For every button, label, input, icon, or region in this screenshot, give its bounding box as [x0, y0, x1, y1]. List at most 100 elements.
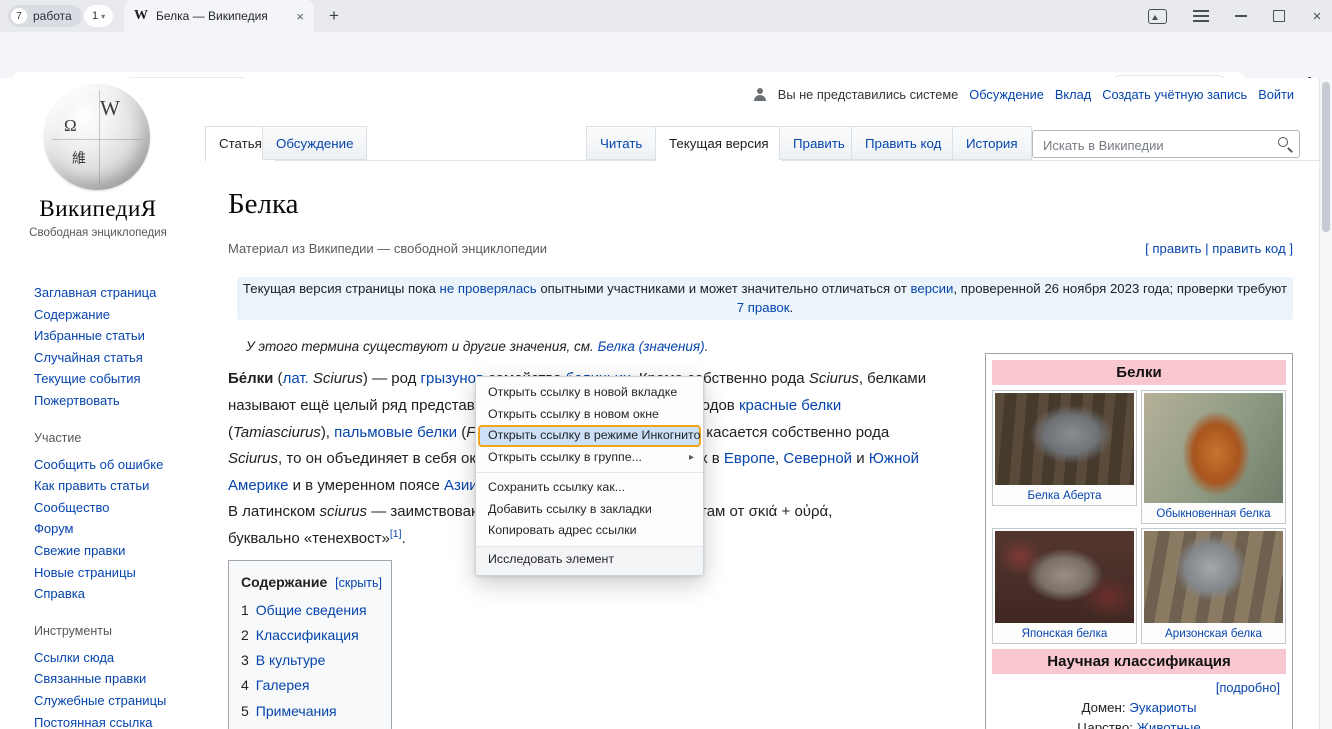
- sidebar-link[interactable]: Новые страницы: [34, 562, 206, 584]
- tab-group-badge-count: 1: [92, 10, 98, 22]
- taxonomy-row: Царство: Животные: [990, 720, 1288, 729]
- squirrel-image-japanese[interactable]: [995, 531, 1134, 623]
- menu-separator: [476, 472, 703, 473]
- sidebar-link[interactable]: Свежие правки: [34, 540, 206, 562]
- new-tab-button[interactable]: +: [322, 4, 346, 28]
- sidebar-link[interactable]: Текущие события: [34, 368, 206, 390]
- maximize-icon: [1273, 10, 1285, 22]
- browser-menu-button[interactable]: [1190, 5, 1212, 27]
- menu-item-add-link-bookmarks[interactable]: Добавить ссылку в закладки: [476, 499, 703, 521]
- taxobox-image-cell[interactable]: Аризонская белка: [1141, 528, 1286, 644]
- tab-history[interactable]: История: [952, 126, 1032, 160]
- wiki-search: [1032, 130, 1300, 158]
- notice-line: 7 правок.: [237, 299, 1293, 318]
- sidebar-link[interactable]: Ссылки сюда: [34, 647, 206, 669]
- context-menu: Открыть ссылку в новой вкладке Открыть с…: [475, 376, 704, 576]
- classification-title: Научная классификация: [992, 649, 1286, 674]
- menu-item-open-link-new-window[interactable]: Открыть ссылку в новом окне: [476, 404, 703, 426]
- tab-panel-button[interactable]: [1146, 5, 1168, 27]
- tab-title: Белка — Википедия: [156, 9, 288, 23]
- personal-link[interactable]: Обсуждение: [969, 87, 1044, 102]
- tab-read[interactable]: Читать: [586, 126, 656, 160]
- image-caption-link[interactable]: Японская белка: [995, 623, 1134, 641]
- toc-item[interactable]: 2Классификация: [241, 627, 381, 645]
- tab-current-version[interactable]: Текущая версия: [655, 126, 783, 162]
- squirrel-image-abert[interactable]: [995, 393, 1134, 485]
- personal-link[interactable]: Создать учётную запись: [1102, 87, 1247, 102]
- tab-group-badge[interactable]: 1 ▾: [84, 5, 113, 27]
- sidebar-link[interactable]: Форум: [34, 518, 206, 540]
- image-caption-link[interactable]: Белка Аберта: [995, 485, 1134, 503]
- menu-item-open-link-incognito[interactable]: Открыть ссылку в режиме Инкогнито: [478, 425, 701, 447]
- taxobox-image-cell[interactable]: Японская белка: [992, 528, 1137, 644]
- sidebar-link[interactable]: Постоянная ссылка: [34, 712, 206, 729]
- table-of-contents: Содержание [скрыть] 1Общие сведения 2Кла…: [228, 560, 392, 729]
- wikipedia-tagline: Свободная энциклопедия: [0, 227, 196, 239]
- browser-window: 7 работа 1 ▾ W Белка — Википедия × + × ←…: [0, 0, 1332, 729]
- personal-bar: Вы не представились системе Обсуждение В…: [754, 87, 1294, 102]
- close-tab-icon[interactable]: ×: [296, 9, 304, 24]
- unreviewed-notice: Текущая версия страницы пока не проверял…: [237, 277, 1293, 320]
- tab-discussion[interactable]: Обсуждение: [262, 126, 367, 160]
- menu-item-open-link-new-tab[interactable]: Открыть ссылку в новой вкладке: [476, 382, 703, 404]
- toc-item[interactable]: 4Галерея: [241, 677, 381, 695]
- edit-links[interactable]: [ править | править код ]: [1145, 241, 1293, 256]
- taxobox-image-cell[interactable]: Обыкновенная белка: [1141, 390, 1286, 524]
- sidebar-link[interactable]: Справка: [34, 583, 206, 605]
- scrollbar-thumb[interactable]: [1322, 82, 1330, 232]
- sidebar-link[interactable]: Как править статьи: [34, 475, 206, 497]
- submenu-arrow-icon: ▸: [689, 447, 694, 469]
- sidebar-link[interactable]: Случайная статья: [34, 347, 206, 369]
- sidebar-link[interactable]: Служебные страницы: [34, 690, 206, 712]
- tab-group-label: работа: [33, 9, 72, 23]
- search-icon[interactable]: [1277, 136, 1293, 152]
- image-caption-link[interactable]: Аризонская белка: [1144, 623, 1283, 641]
- squirrel-image-red[interactable]: [1144, 393, 1283, 503]
- taxobox-image-grid: Белка Аберта Обыкновенная белка Японская…: [992, 390, 1286, 644]
- details-link[interactable]: [подробно]: [990, 680, 1280, 695]
- scrollbar[interactable]: [1319, 78, 1332, 729]
- sidebar-link[interactable]: Содержание: [34, 304, 206, 326]
- sidebar-link[interactable]: Сообщество: [34, 497, 206, 519]
- tab-group[interactable]: 7 работа: [8, 5, 82, 27]
- wikipedia-wordmark[interactable]: ВикипедиЯ: [0, 196, 196, 222]
- menu-item-save-link-as[interactable]: Сохранить ссылку как...: [476, 477, 703, 499]
- sidebar-nav: Заглавная страница Содержание Избранные …: [34, 282, 206, 729]
- toc-hide-link[interactable]: [скрыть]: [335, 576, 382, 590]
- tab-edit-source[interactable]: Править код: [851, 126, 955, 160]
- tab-panel-icon: [1148, 9, 1167, 24]
- menu-item-open-link-in-group[interactable]: Открыть ссылку в группе... ▸: [476, 447, 703, 469]
- sidebar-link[interactable]: Пожертвовать: [34, 390, 206, 412]
- sidebar-link[interactable]: Связанные правки: [34, 668, 206, 690]
- taxonomy-value-link[interactable]: Животные: [1137, 720, 1201, 729]
- toc-item[interactable]: 1Общие сведения: [241, 602, 381, 620]
- chevron-down-icon: ▾: [101, 12, 105, 21]
- sidebar-section-title: Участие: [34, 430, 206, 446]
- menu-item-inspect-element[interactable]: Исследовать элемент: [476, 549, 703, 571]
- hamburger-icon: [1193, 15, 1209, 17]
- close-window-button[interactable]: ×: [1306, 5, 1328, 27]
- article-subtitle: Материал из Википедии — свободной энцикл…: [228, 241, 547, 256]
- sidebar-link[interactable]: Сообщить об ошибке: [34, 454, 206, 476]
- toc-title: Содержание: [241, 574, 327, 590]
- sidebar-link[interactable]: Избранные статьи: [34, 325, 206, 347]
- user-icon: [754, 88, 767, 101]
- maximize-button[interactable]: [1268, 5, 1290, 27]
- personal-link[interactable]: Войти: [1258, 87, 1294, 102]
- menu-item-copy-link-address[interactable]: Копировать адрес ссылки: [476, 520, 703, 542]
- squirrel-image-arizona[interactable]: [1144, 531, 1283, 623]
- taxonomy-value-link[interactable]: Эукариоты: [1129, 700, 1196, 715]
- personal-link[interactable]: Вклад: [1055, 87, 1091, 102]
- browser-tab[interactable]: W Белка — Википедия ×: [124, 0, 314, 32]
- tab-edit[interactable]: Править: [779, 126, 859, 160]
- minimize-icon: [1235, 15, 1247, 17]
- image-caption-link[interactable]: Обыкновенная белка: [1144, 503, 1283, 521]
- toc-item[interactable]: 5Примечания: [241, 703, 381, 721]
- article-title: Белка: [228, 188, 299, 221]
- sidebar-link[interactable]: Заглавная страница: [34, 282, 206, 304]
- taxobox-image-cell[interactable]: Белка Аберта: [992, 390, 1137, 506]
- search-input[interactable]: [1041, 134, 1265, 156]
- minimize-button[interactable]: [1230, 5, 1252, 27]
- wikipedia-globe-logo[interactable]: Ω W 維: [44, 84, 150, 190]
- toc-item[interactable]: 3В культуре: [241, 652, 381, 670]
